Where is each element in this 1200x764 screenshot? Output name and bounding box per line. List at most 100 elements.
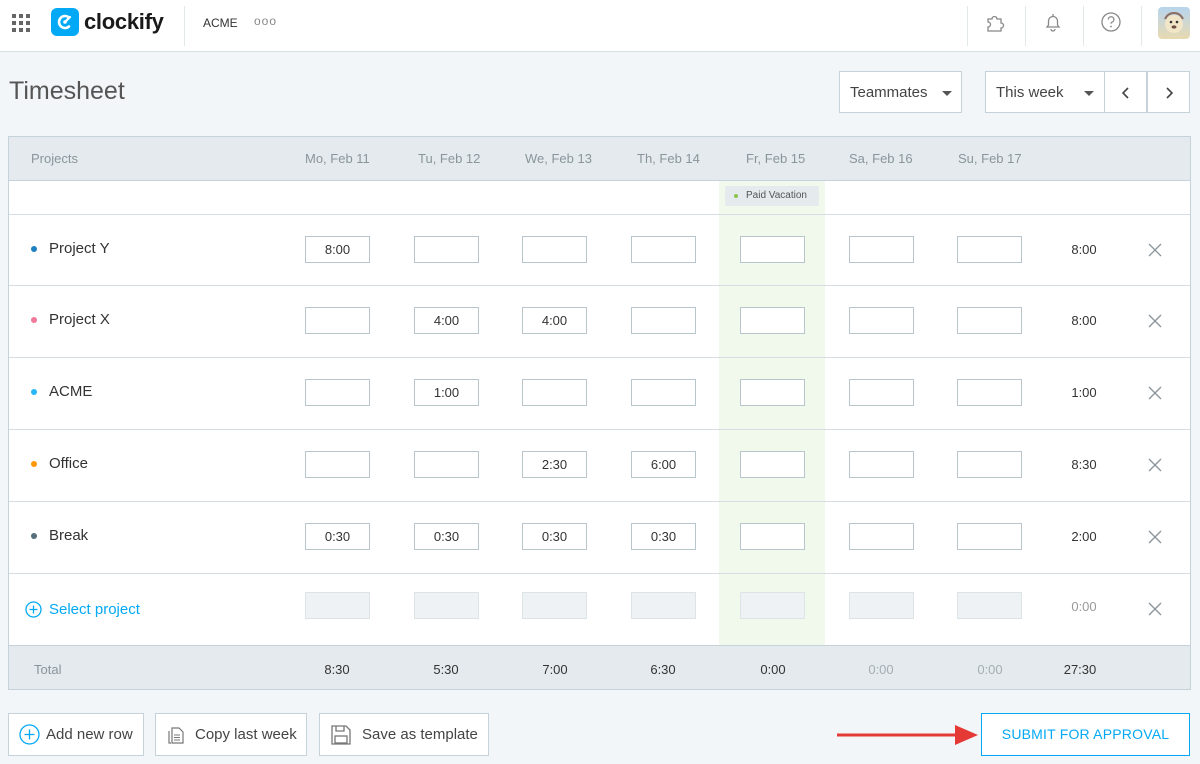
- time-entry-cell[interactable]: [740, 236, 805, 263]
- close-icon[interactable]: [1147, 601, 1163, 617]
- copy-last-week-button[interactable]: Copy last week: [155, 713, 307, 756]
- row-total: 8:00: [1071, 313, 1097, 328]
- red-arrow-annotation: [837, 725, 978, 745]
- app-name: clockify: [84, 9, 164, 34]
- time-entry-cell[interactable]: [957, 307, 1022, 334]
- project-color-dot: [31, 389, 37, 395]
- close-icon[interactable]: [1147, 242, 1163, 258]
- time-entry-cell[interactable]: [740, 451, 805, 478]
- time-entry-cell[interactable]: [305, 307, 370, 334]
- time-entry-cell[interactable]: [957, 379, 1022, 406]
- workspace-name[interactable]: ACME: [203, 16, 238, 30]
- status-dot: [734, 194, 738, 198]
- project-name: Project X: [49, 311, 110, 328]
- close-icon[interactable]: [1147, 385, 1163, 401]
- row-total: 2:00: [1071, 529, 1097, 544]
- top-bar: clockify ACME ooo: [0, 0, 1200, 52]
- time-entry-cell[interactable]: [849, 451, 914, 478]
- bell-icon[interactable]: [1042, 11, 1064, 33]
- time-entry-cell[interactable]: [849, 307, 914, 334]
- project-name: Project Y: [49, 240, 110, 257]
- time-entry-cell[interactable]: [631, 451, 696, 478]
- close-icon[interactable]: [1147, 313, 1163, 329]
- timesheet-table: Projects Mo, Feb 11 Tu, Feb 12 We, Feb 1…: [8, 136, 1191, 690]
- time-entry-cell[interactable]: [414, 236, 479, 263]
- paid-vacation-badge: Paid Vacation: [725, 186, 819, 206]
- time-entry-cell[interactable]: [522, 236, 587, 263]
- chevron-left-icon: [1121, 87, 1129, 99]
- project-name: Office: [49, 455, 88, 472]
- row-divider: [9, 573, 1190, 574]
- time-entry-cell[interactable]: [631, 307, 696, 334]
- time-entry-cell[interactable]: [414, 307, 479, 334]
- project-name: ACME: [49, 383, 93, 400]
- time-entry-cell[interactable]: [957, 236, 1022, 263]
- add-new-row-button[interactable]: Add new row: [8, 713, 144, 756]
- time-entry-cell[interactable]: [849, 236, 914, 263]
- project-row-header: Office: [9, 429, 299, 499]
- time-entry-cell[interactable]: [522, 451, 587, 478]
- time-entry-cell[interactable]: [740, 307, 805, 334]
- project-name: Break: [49, 527, 89, 544]
- row-total: 0:00: [1071, 599, 1097, 614]
- period-label: This week: [996, 84, 1064, 101]
- caret-down-icon: [1084, 91, 1094, 96]
- close-icon[interactable]: [1147, 457, 1163, 473]
- day-header: Su, Feb 17: [958, 151, 1022, 166]
- disabled-time-cell: [957, 592, 1022, 619]
- disabled-time-cell: [414, 592, 479, 619]
- time-entry-cell[interactable]: [414, 523, 479, 550]
- copy-last-week-label: Copy last week: [195, 726, 297, 743]
- apps-grid-icon[interactable]: [12, 14, 30, 32]
- day-total: 7:00: [542, 662, 568, 677]
- time-entry-cell[interactable]: [849, 523, 914, 550]
- time-entry-cell[interactable]: [631, 379, 696, 406]
- help-icon[interactable]: [1100, 11, 1122, 33]
- time-entry-cell[interactable]: [740, 523, 805, 550]
- puzzle-icon[interactable]: [984, 11, 1006, 33]
- time-entry-cell[interactable]: [740, 379, 805, 406]
- day-total: 6:30: [650, 662, 676, 677]
- save-as-template-button[interactable]: Save as template: [319, 713, 489, 756]
- day-header: Th, Feb 14: [637, 151, 700, 166]
- time-entry-cell[interactable]: [522, 379, 587, 406]
- disabled-time-cell: [305, 592, 370, 619]
- disabled-time-cell: [849, 592, 914, 619]
- time-entry-cell[interactable]: [305, 379, 370, 406]
- previous-week-button[interactable]: [1104, 71, 1147, 113]
- next-week-button[interactable]: [1147, 71, 1190, 113]
- workspace-menu[interactable]: ooo: [254, 14, 277, 28]
- divider: [184, 6, 185, 46]
- paid-vacation-label: Paid Vacation: [746, 190, 807, 201]
- time-entry-cell[interactable]: [305, 523, 370, 550]
- time-entry-cell[interactable]: [522, 523, 587, 550]
- time-entry-cell[interactable]: [414, 451, 479, 478]
- divider: [1025, 6, 1026, 46]
- plus-circle-icon: [25, 601, 42, 618]
- close-icon[interactable]: [1147, 529, 1163, 545]
- select-project-label: Select project: [49, 601, 140, 618]
- submit-for-approval-button[interactable]: SUBMIT FOR APPROVAL: [981, 713, 1190, 756]
- project-row-header: ACME: [9, 357, 299, 427]
- projects-header: Projects: [31, 151, 78, 166]
- time-entry-cell[interactable]: [631, 236, 696, 263]
- avatar[interactable]: [1158, 7, 1190, 39]
- time-entry-cell[interactable]: [305, 451, 370, 478]
- time-entry-cell[interactable]: [522, 307, 587, 334]
- day-total: 0:00: [760, 662, 786, 677]
- time-entry-cell[interactable]: [957, 523, 1022, 550]
- day-header: Fr, Feb 15: [746, 151, 806, 166]
- day-total: 8:30: [324, 662, 350, 677]
- time-entry-cell[interactable]: [305, 236, 370, 263]
- project-row-header: Project X: [9, 285, 299, 355]
- teammates-dropdown[interactable]: Teammates: [839, 71, 962, 113]
- teammates-label: Teammates: [850, 84, 928, 101]
- day-total: 0:00: [977, 662, 1003, 677]
- time-entry-cell[interactable]: [849, 379, 914, 406]
- period-dropdown[interactable]: This week: [985, 71, 1105, 113]
- clockify-logo-icon: [51, 8, 79, 36]
- time-entry-cell[interactable]: [631, 523, 696, 550]
- disabled-time-cell: [740, 592, 805, 619]
- time-entry-cell[interactable]: [957, 451, 1022, 478]
- time-entry-cell[interactable]: [414, 379, 479, 406]
